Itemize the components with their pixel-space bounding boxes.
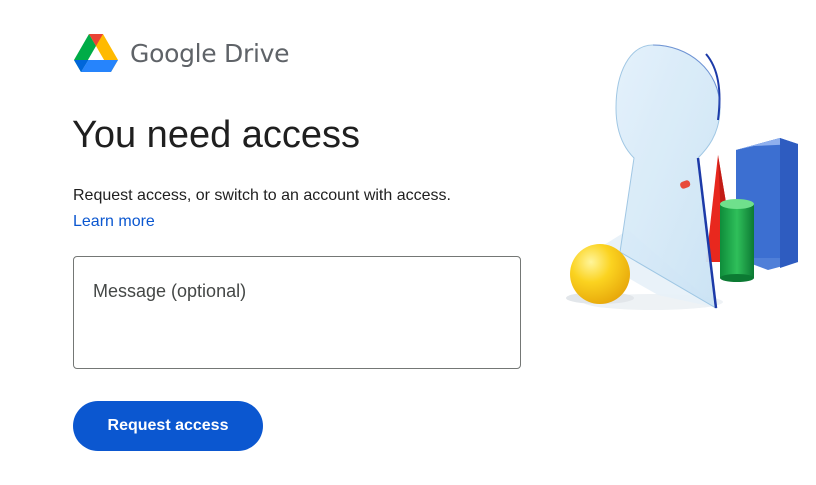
logo-text: Google Drive bbox=[130, 39, 289, 68]
google-drive-logo-icon bbox=[74, 34, 118, 72]
logo-product: Drive bbox=[224, 38, 290, 68]
learn-more-link[interactable]: Learn more bbox=[73, 213, 155, 230]
page-title: You need access bbox=[72, 114, 361, 156]
description-block: Request access, or switch to an account … bbox=[73, 183, 533, 235]
description-text: Request access, or switch to an account … bbox=[73, 187, 451, 204]
request-access-button[interactable]: Request access bbox=[73, 401, 263, 451]
message-field-container bbox=[73, 256, 521, 369]
google-drive-logo: Google Drive bbox=[74, 34, 289, 72]
access-request-page: Google Drive You need access Request acc… bbox=[0, 0, 816, 485]
keyhole-illustration bbox=[566, 44, 798, 310]
logo-brand: Google bbox=[130, 38, 217, 68]
message-input[interactable] bbox=[74, 257, 520, 368]
